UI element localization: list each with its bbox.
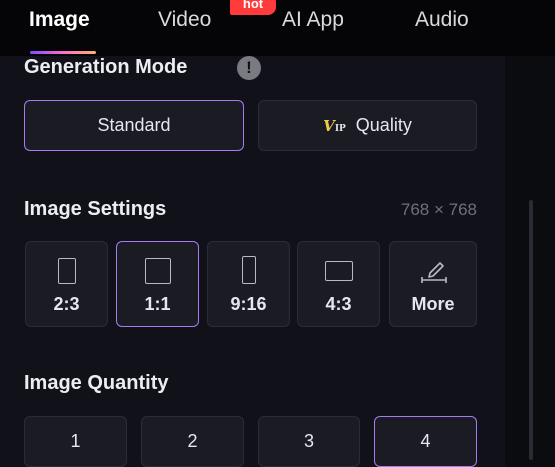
quantity-2-label: 2 — [187, 431, 198, 451]
quantity-4-button[interactable]: 4 — [374, 416, 477, 467]
ratio-1-1-button[interactable]: 1:1 — [116, 241, 199, 327]
quantity-3-label: 3 — [303, 431, 314, 451]
ratio-1-1-label: 1:1 — [144, 294, 171, 314]
image-settings-title: Image Settings — [24, 198, 167, 220]
ratio-4-3-button[interactable]: 4:3 — [297, 241, 380, 327]
top-tab-bar: Image Video hot AI App Audio — [0, 0, 555, 56]
square-ratio-icon — [144, 258, 171, 284]
quality-mode-button[interactable]: VIP Quality — [258, 100, 477, 151]
ratio-2-3-label: 2:3 — [53, 294, 80, 314]
scrollbar-thumb[interactable] — [529, 200, 533, 460]
ratio-2-3-button[interactable]: 2:3 — [25, 241, 108, 327]
hot-badge: hot — [230, 0, 276, 15]
tab-audio[interactable]: Audio — [415, 8, 469, 32]
ratio-more-button[interactable]: More — [389, 241, 477, 327]
quantity-3-button[interactable]: 3 — [258, 416, 360, 467]
quantity-1-label: 1 — [70, 431, 81, 451]
standard-mode-label: Standard — [97, 115, 171, 135]
tab-image[interactable]: Image — [29, 8, 90, 32]
tall-ratio-icon — [241, 256, 256, 284]
portrait-ratio-icon — [57, 258, 76, 284]
active-tab-indicator — [30, 51, 96, 54]
tab-video[interactable]: Video — [158, 8, 211, 32]
info-icon[interactable]: ! — [237, 56, 261, 80]
quantity-2-button[interactable]: 2 — [141, 416, 244, 467]
vip-icon: VIP — [323, 116, 346, 135]
ratio-9-16-label: 9:16 — [230, 294, 267, 314]
image-dimensions: 768 × 768 — [400, 200, 477, 219]
landscape-ratio-icon — [324, 261, 353, 281]
quality-mode-label: Quality — [355, 115, 412, 135]
image-quantity-title: Image Quantity — [24, 372, 169, 394]
generation-mode-title: Generation Mode — [24, 56, 188, 78]
tab-ai-app[interactable]: AI App — [282, 8, 344, 32]
ratio-9-16-button[interactable]: 9:16 — [207, 241, 290, 327]
ratio-4-3-label: 4:3 — [325, 294, 352, 314]
custom-size-icon — [421, 262, 447, 283]
ratio-more-label: More — [411, 294, 455, 314]
quantity-4-label: 4 — [420, 431, 431, 451]
quantity-1-button[interactable]: 1 — [24, 416, 127, 467]
standard-mode-button[interactable]: Standard — [24, 100, 244, 151]
